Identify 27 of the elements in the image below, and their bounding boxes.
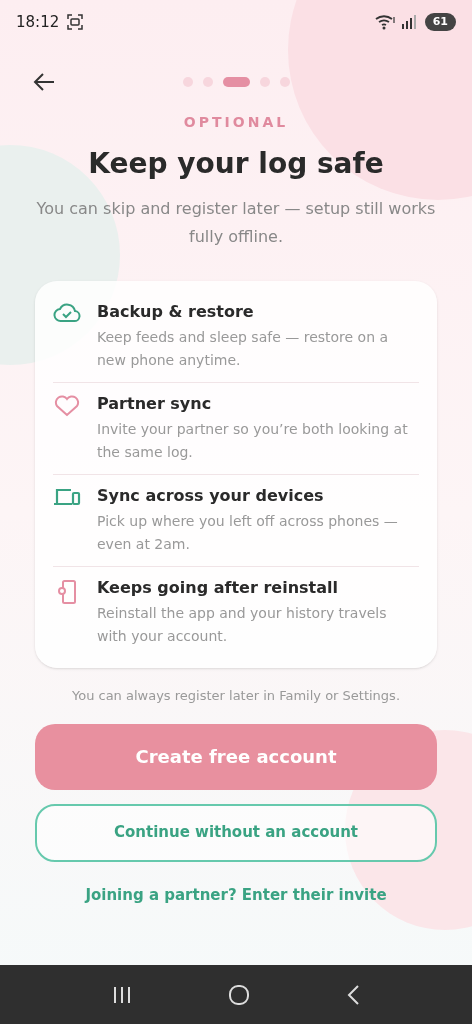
join-partner-link[interactable]: Joining a partner? Enter their invite bbox=[85, 883, 387, 906]
create-account-button[interactable]: Create free account bbox=[35, 723, 437, 790]
feature-description: Reinstall the app and your history travels with your account. bbox=[97, 604, 388, 646]
wifi-icon bbox=[374, 14, 397, 30]
feature-title: Sync across your devices bbox=[97, 485, 325, 507]
cloud-check-icon bbox=[53, 303, 81, 323]
back-arrow-icon[interactable] bbox=[33, 72, 55, 92]
eyebrow-label: OPTIONAL bbox=[182, 113, 290, 132]
subtitle: You can skip and register later — setup still works fully offline. bbox=[36, 198, 436, 248]
home-icon[interactable] bbox=[228, 983, 250, 1006]
recent-apps-icon[interactable] bbox=[112, 985, 132, 1004]
page-title: Keep your log safe bbox=[87, 146, 385, 182]
feature-title: Keeps going after reinstall bbox=[97, 577, 339, 599]
heart-icon bbox=[54, 395, 80, 417]
signal-icon bbox=[400, 15, 417, 29]
feature-title: Partner sync bbox=[97, 393, 213, 415]
continue-without-account-button[interactable]: Continue without an account bbox=[35, 803, 437, 862]
clock: 18:12 bbox=[16, 11, 60, 33]
screenshot-icon bbox=[67, 14, 84, 30]
back-icon[interactable] bbox=[346, 983, 360, 1006]
feature-description: Pick up where you left off across phones — even at 2am. bbox=[97, 512, 399, 554]
phone-gear-icon bbox=[56, 579, 78, 605]
devices-icon bbox=[53, 487, 81, 507]
footnote: You can always register later in Family or Settings. bbox=[70, 687, 401, 705]
feature-title: Backup & restore bbox=[97, 301, 255, 323]
feature-description: Keep feeds and sleep safe — restore on a new phone anytime. bbox=[97, 328, 390, 370]
feature-description: Invite your partner so you’re both looking at the same log. bbox=[97, 420, 409, 462]
